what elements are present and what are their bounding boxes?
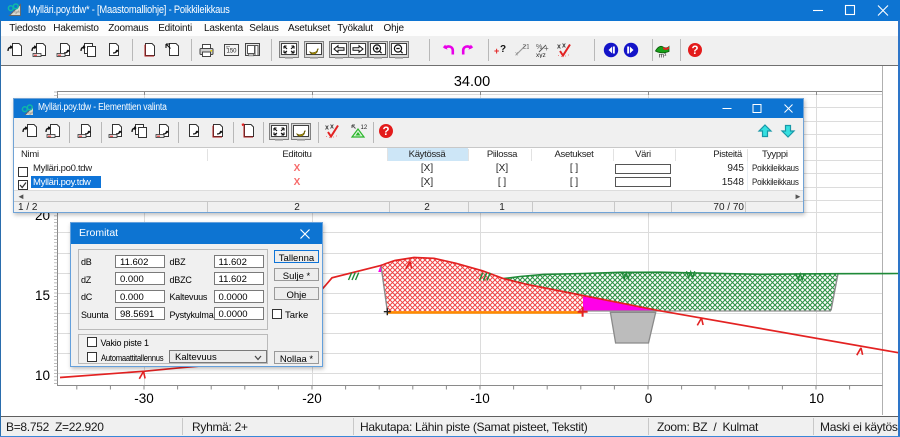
svg-text:15: 15: [35, 288, 50, 303]
svg-text:34.00: 34.00: [454, 74, 490, 90]
svg-text:x: x: [325, 124, 329, 131]
svg-text:10: 10: [35, 368, 50, 383]
svg-text:10: 10: [809, 391, 824, 406]
svg-text:-20: -20: [302, 391, 322, 406]
svg-text:12: 12: [361, 125, 368, 131]
svg-text:?: ?: [382, 126, 389, 138]
svg-text:x: x: [330, 123, 334, 130]
svg-text:0: 0: [645, 391, 653, 406]
svg-text:-30: -30: [134, 391, 154, 406]
svg-text:-10: -10: [470, 391, 490, 406]
